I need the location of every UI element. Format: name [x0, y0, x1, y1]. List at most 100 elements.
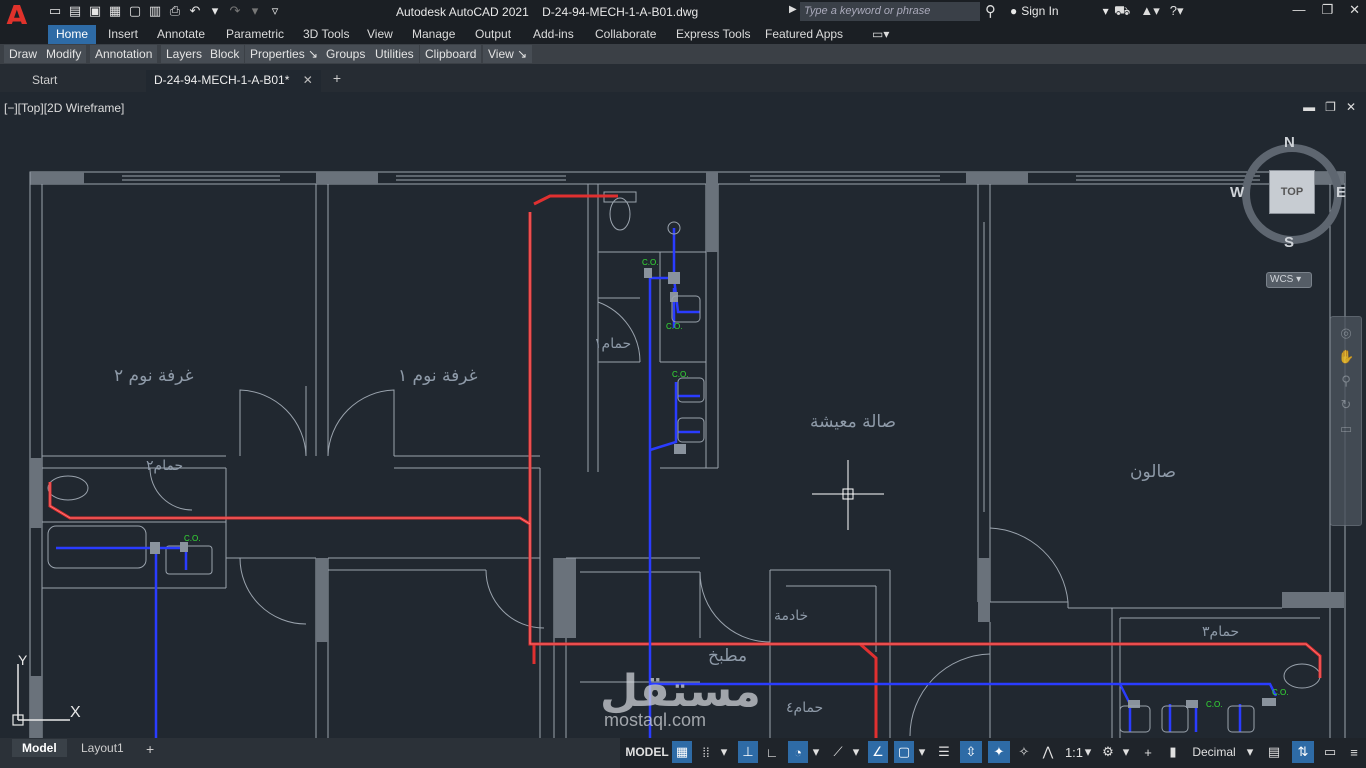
save-web-icon[interactable]: ▥ — [146, 2, 164, 20]
lock-ui-icon[interactable]: ⇅ — [1292, 741, 1314, 763]
tab-insert[interactable]: Insert — [100, 25, 146, 44]
tab-parametric[interactable]: Parametric — [218, 25, 292, 44]
room-label-kitchen: مطبخ — [708, 646, 748, 666]
model-space-button[interactable]: MODEL — [624, 741, 670, 763]
annotation-monitor-icon[interactable]: + — [1138, 741, 1158, 763]
compass-west[interactable]: W — [1230, 184, 1244, 201]
tab-annotate[interactable]: Annotate — [149, 25, 213, 44]
panel-block[interactable]: Block — [205, 45, 245, 63]
annotation-visibility-icon[interactable]: ✦ — [988, 741, 1010, 763]
lineweight-icon[interactable]: ☰ — [934, 741, 954, 763]
new-tab-button[interactable]: + — [328, 70, 346, 88]
panel-modify[interactable]: Modify — [41, 45, 87, 63]
customize-status-icon[interactable]: ≡ — [1344, 741, 1364, 763]
panel-layers[interactable]: Layers — [161, 45, 208, 63]
autodesk-a360-icon[interactable]: ▲▾ — [1140, 3, 1159, 21]
snap-dropdown-icon[interactable]: ▾ — [718, 741, 730, 763]
close-tab-icon[interactable]: ✕ — [303, 73, 313, 87]
workspace-dropdown-icon[interactable]: ▾ — [1120, 741, 1132, 763]
close-icon[interactable]: ✕ — [1349, 2, 1360, 18]
ucs-y-label: Y — [18, 652, 28, 668]
redo-icon[interactable]: ↷ — [226, 2, 244, 20]
tab-output[interactable]: Output — [467, 25, 519, 44]
save-icon[interactable]: ▣ — [86, 2, 104, 20]
panel-clipboard[interactable]: Clipboard — [420, 45, 482, 63]
tab-express-tools[interactable]: Express Tools — [668, 25, 758, 44]
compass-north[interactable]: N — [1284, 134, 1295, 151]
undo-dropdown-icon[interactable]: ▾ — [206, 2, 224, 20]
auto-scale-icon[interactable]: ✧ — [1014, 741, 1034, 763]
tab-home[interactable]: Home — [48, 25, 97, 44]
grid-icon[interactable]: ▦ — [672, 741, 692, 763]
orbit-icon[interactable]: ↻ — [1338, 397, 1354, 413]
ortho-icon[interactable]: ∟ — [762, 741, 782, 763]
tab-drawing[interactable]: D-24-94-MECH-1-A-B01* ✕ — [146, 70, 321, 92]
layout-tab-layout1[interactable]: Layout1 — [71, 739, 134, 757]
ribbon-minimize-icon[interactable]: ▭▾ — [864, 25, 897, 44]
tab-start[interactable]: Start — [24, 70, 65, 92]
minimize-icon[interactable]: — — [1292, 2, 1305, 18]
layout-tab-model[interactable]: Model — [12, 739, 67, 757]
transparency-icon[interactable]: ⇳ — [960, 741, 982, 763]
viewcube[interactable]: TOP N S E W — [1230, 132, 1352, 262]
panel-groups[interactable]: Groups — [321, 45, 371, 63]
units-dropdown-icon[interactable]: ▾ — [1244, 741, 1256, 763]
panel-utilities[interactable]: Utilities — [370, 45, 419, 63]
object-snap-tracking-icon[interactable]: ∠ — [868, 741, 888, 763]
units-icon[interactable]: ▮ — [1166, 741, 1180, 763]
polar-dropdown-icon[interactable]: ▾ — [810, 741, 822, 763]
search-expand-icon[interactable]: ▶ — [789, 4, 797, 15]
panel-view[interactable]: View ↘ — [483, 45, 533, 63]
isodraft-dropdown-icon[interactable]: ▾ — [850, 741, 862, 763]
redo-dropdown-icon[interactable]: ▾ — [246, 2, 264, 20]
cleanout-label: C.O. — [1206, 700, 1223, 709]
search-icon[interactable]: ⚲ — [985, 2, 996, 20]
customize-qat-icon[interactable]: ▿ — [266, 2, 284, 20]
panel-annotation[interactable]: Annotation — [90, 45, 158, 63]
drawing-viewport[interactable]: [−][Top][2D Wireframe] ▬ ❐ ✕ غرفة نوم ٢ … — [0, 92, 1366, 738]
panel-draw[interactable]: Draw — [4, 45, 43, 63]
tab-add-ins[interactable]: Add-ins — [525, 25, 582, 44]
viewcube-top-face[interactable]: TOP — [1269, 170, 1315, 214]
workspace-gear-icon[interactable]: ⚙ — [1098, 741, 1118, 763]
room-label-maid: خادمة — [774, 608, 809, 624]
tab-collaborate[interactable]: Collaborate — [587, 25, 664, 44]
panel-properties[interactable]: Properties ↘ — [245, 45, 324, 63]
object-snap-dropdown-icon[interactable]: ▾ — [916, 741, 928, 763]
scale-dropdown-icon[interactable]: ▾ — [1082, 741, 1094, 763]
new-file-icon[interactable]: ▭ — [46, 2, 64, 20]
open-web-icon[interactable]: ▢ — [126, 2, 144, 20]
snap-icon[interactable]: ⁞⁞ — [696, 741, 716, 763]
tab-featured-apps[interactable]: Featured Apps — [757, 25, 851, 44]
units-value[interactable]: Decimal — [1186, 741, 1242, 763]
watermark-main-text: مستقل — [600, 666, 761, 717]
polar-tracking-icon[interactable]: ◔ — [788, 741, 808, 763]
compass-east[interactable]: E — [1336, 184, 1346, 201]
plot-icon[interactable]: ⎙ — [166, 2, 184, 20]
quick-properties-icon[interactable]: ▤ — [1264, 741, 1284, 763]
tab-manage[interactable]: Manage — [404, 25, 463, 44]
showmotion-icon[interactable]: ▭ — [1338, 421, 1354, 437]
add-layout-button[interactable]: + — [136, 739, 164, 757]
tab-view[interactable]: View — [359, 25, 401, 44]
tab-3d-tools[interactable]: 3D Tools — [295, 25, 357, 44]
cart-icon[interactable]: ⛟ — [1114, 3, 1130, 21]
zoom-icon[interactable]: ⚲ — [1338, 373, 1354, 389]
wcs-menu-button[interactable]: WCS ▾ — [1266, 272, 1312, 288]
open-folder-icon[interactable]: ▤ — [66, 2, 84, 20]
search-input[interactable]: Type a keyword or phrase — [800, 2, 980, 21]
room-label-bath-1: حمام١ — [594, 336, 632, 352]
undo-icon[interactable]: ↶ — [186, 2, 204, 20]
save-as-icon[interactable]: ▦ — [106, 2, 124, 20]
compass-south[interactable]: S — [1284, 234, 1294, 251]
pan-icon[interactable]: ✋ — [1338, 349, 1354, 365]
help-icon[interactable]: ?▾ — [1170, 3, 1184, 21]
isodraft-icon[interactable]: ⟋ — [828, 741, 848, 763]
restore-icon[interactable]: ❐ — [1321, 2, 1333, 18]
object-snap-icon[interactable]: ▢ — [894, 741, 914, 763]
clean-screen-icon[interactable]: ▭ — [1320, 741, 1340, 763]
annotation-scale-icon[interactable]: ⋀ — [1038, 741, 1058, 763]
infer-constraints-icon[interactable]: ⊥ — [738, 741, 758, 763]
sign-in-button[interactable]: ● Sign In ▾ — [1010, 4, 1109, 18]
steering-wheel-icon[interactable]: ◎ — [1338, 325, 1354, 341]
